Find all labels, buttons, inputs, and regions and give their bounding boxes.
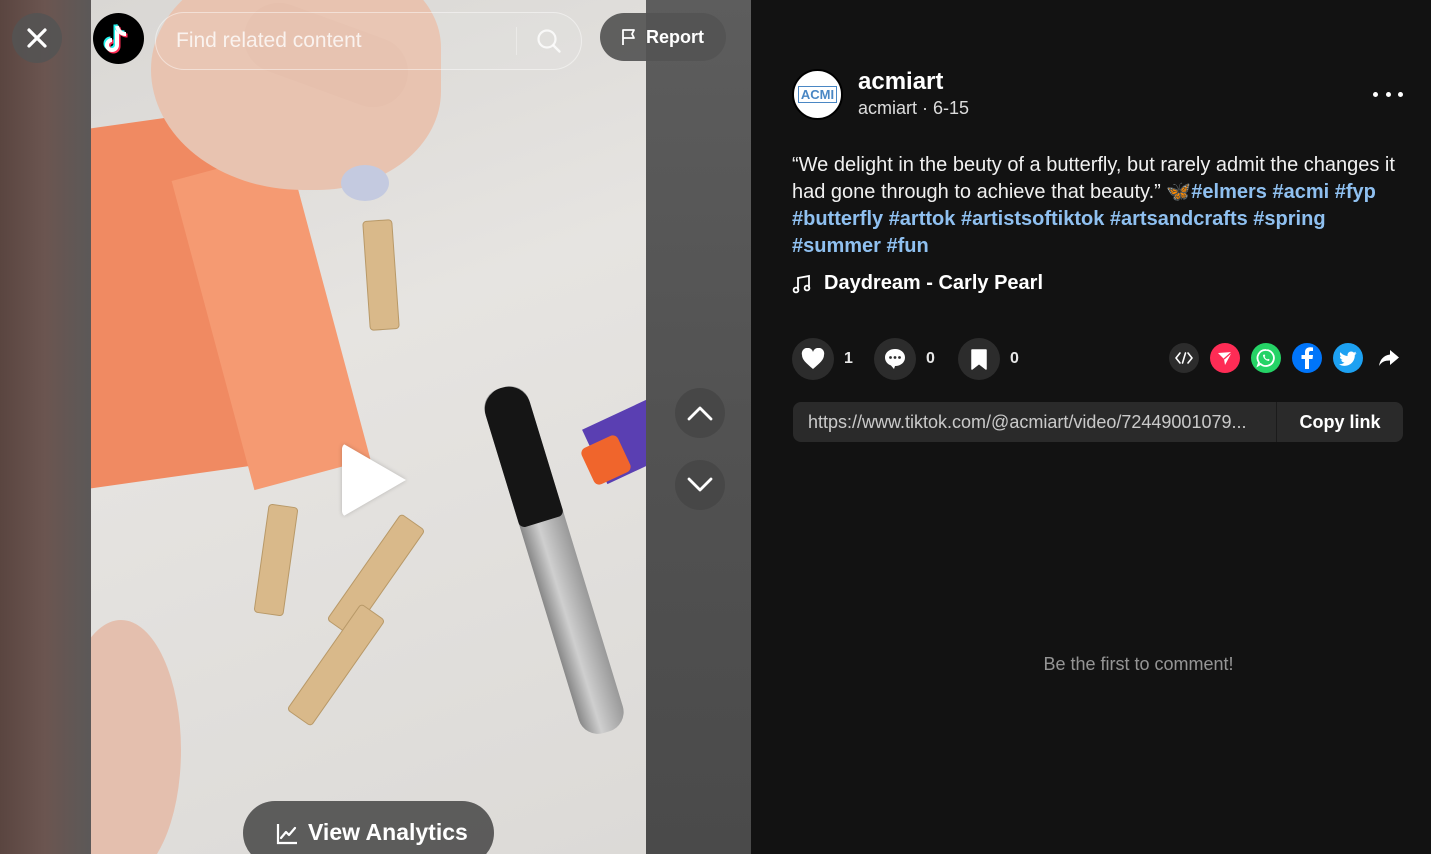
like-button[interactable]	[792, 338, 834, 380]
favorite-action: 0	[958, 338, 1019, 380]
author-avatar[interactable]: ACMI	[792, 69, 843, 120]
more-options-button[interactable]	[1373, 82, 1403, 106]
send-to-friends-button[interactable]	[1210, 343, 1240, 373]
music-title: Daydream - Carly Pearl	[824, 272, 1044, 294]
embed-icon	[1175, 352, 1193, 364]
send-to-friends-icon	[1218, 351, 1233, 365]
tiktok-video-viewer: Report View Analytics ACMI acmiart acmia…	[0, 0, 1431, 854]
play-icon[interactable]	[342, 443, 406, 517]
subline-separator: ·	[917, 98, 934, 118]
post-date: 6-15	[933, 98, 970, 118]
comment-count: 0	[926, 350, 935, 367]
view-analytics-button[interactable]: View Analytics	[243, 801, 494, 854]
copy-link-row: https://www.tiktok.com/@acmiart/video/72…	[793, 402, 1403, 442]
empty-comments-message: Be the first to comment!	[1043, 654, 1234, 674]
previous-video-button[interactable]	[675, 388, 725, 438]
hashtag-butterfly[interactable]: #butterfly	[792, 208, 883, 230]
whatsapp-icon	[1256, 349, 1275, 368]
hashtag-spring[interactable]: #spring	[1253, 208, 1325, 230]
copy-link-button[interactable]: Copy link	[1276, 402, 1403, 442]
more-share-button[interactable]	[1374, 343, 1404, 373]
embed-button[interactable]	[1169, 343, 1199, 373]
music-note-icon	[792, 274, 811, 293]
hashtag-fyp[interactable]: #fyp	[1335, 181, 1376, 203]
hashtag-acmi[interactable]: #acmi	[1272, 181, 1329, 203]
twitter-button[interactable]	[1333, 343, 1363, 373]
analytics-chart-icon	[276, 824, 297, 845]
video-frame[interactable]	[91, 0, 646, 854]
hashtag-elmers[interactable]: #elmers	[1191, 181, 1267, 203]
view-analytics-label: View Analytics	[308, 819, 468, 845]
tiktok-logo-icon	[103, 23, 128, 53]
bookmark-icon	[971, 349, 987, 370]
comment-button[interactable]	[874, 338, 916, 380]
search-input[interactable]	[176, 13, 506, 68]
like-action: 1	[792, 338, 853, 380]
report-label: Report	[646, 26, 704, 47]
music-link[interactable]: Daydream - Carly Pearl	[792, 272, 1043, 295]
hashtag-artsandcrafts[interactable]: #artsandcrafts	[1110, 208, 1248, 230]
twitter-icon	[1339, 350, 1357, 366]
comment-bubble-icon	[885, 349, 905, 369]
favorite-button[interactable]	[958, 338, 1000, 380]
tiktok-logo[interactable]	[93, 13, 144, 64]
share-arrow-icon	[1379, 350, 1399, 366]
search-divider	[516, 27, 517, 55]
heart-icon	[801, 348, 825, 369]
more-dot-icon	[1373, 91, 1378, 97]
whatsapp-button[interactable]	[1251, 343, 1281, 373]
video-player-area: Report View Analytics	[0, 0, 751, 854]
next-video-button[interactable]	[675, 460, 725, 510]
search-icon	[537, 29, 561, 53]
close-button[interactable]	[12, 13, 62, 63]
video-caption: “We delight in the beuty of a butterfly,…	[792, 152, 1412, 260]
search-button[interactable]	[529, 21, 569, 61]
favorite-count: 0	[1010, 350, 1019, 367]
hashtag-artistsoftiktok[interactable]: #artistsoftiktok	[961, 208, 1104, 230]
butterfly-emoji: 🦋	[1166, 181, 1192, 203]
flag-icon	[622, 29, 635, 45]
close-icon	[27, 28, 47, 48]
hashtag-fun[interactable]: #fun	[887, 235, 929, 257]
author-display-name[interactable]: acmiart	[858, 68, 943, 96]
chevron-down-icon	[687, 477, 713, 492]
author-subline: acmiart · 6-15	[858, 98, 969, 119]
details-panel: ACMI acmiart acmiart · 6-15 “We delight …	[751, 0, 1431, 854]
comment-action: 0	[874, 338, 935, 380]
facebook-button[interactable]	[1292, 343, 1322, 373]
avatar-logo-text: ACMI	[797, 86, 838, 103]
search-bar	[155, 12, 582, 70]
report-button[interactable]: Report	[600, 13, 726, 61]
author-handle[interactable]: acmiart	[858, 98, 917, 118]
chevron-up-icon	[687, 406, 713, 421]
hashtag-summer[interactable]: #summer	[792, 235, 881, 257]
hashtag-arttok[interactable]: #arttok	[889, 208, 956, 230]
like-count: 1	[844, 350, 853, 367]
share-icons	[1169, 343, 1404, 373]
facebook-icon	[1301, 347, 1313, 369]
video-url[interactable]: https://www.tiktok.com/@acmiart/video/72…	[808, 402, 1278, 442]
